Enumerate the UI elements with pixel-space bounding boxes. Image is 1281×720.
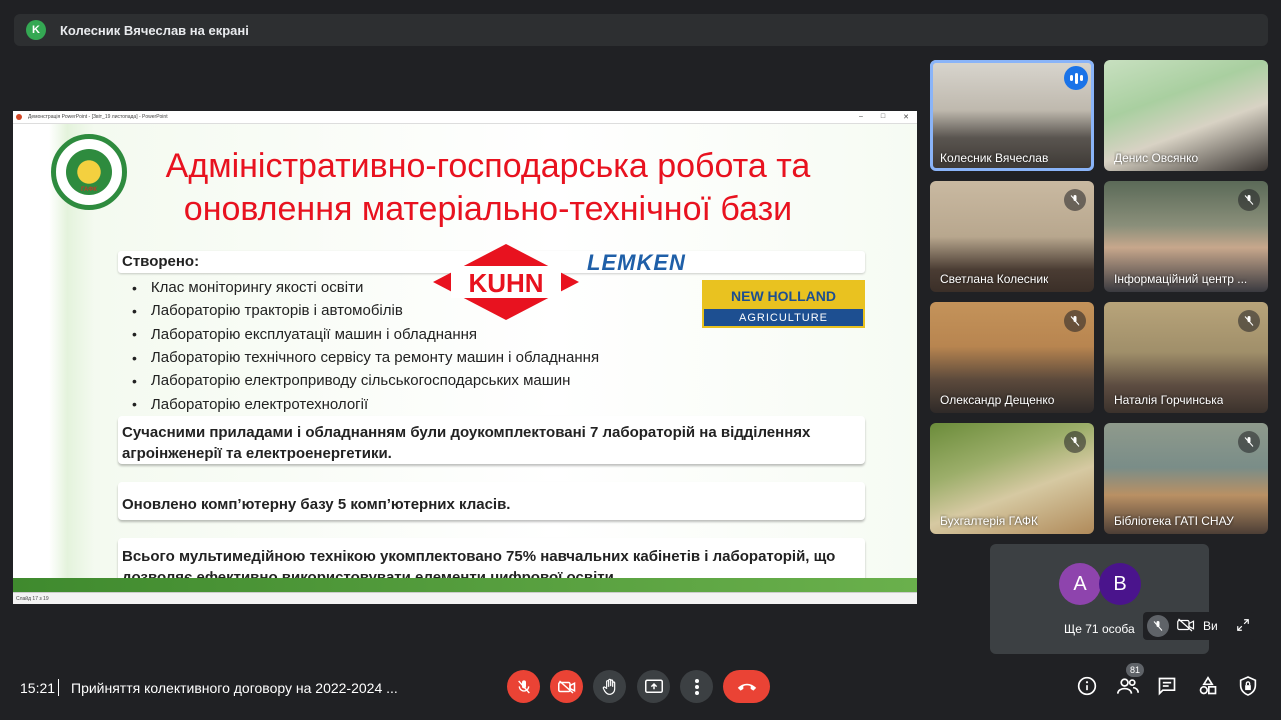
kuhn-text: KUHN <box>468 268 543 298</box>
hang-up-icon <box>737 683 756 691</box>
mic-off-icon <box>1238 310 1260 332</box>
clock: 15:21 <box>20 680 56 696</box>
powerpoint-titlebar: Демонстрація PowerPoint - [Звіт_19 листо… <box>13 111 917 124</box>
self-view-controls: Ви <box>1143 612 1255 640</box>
raise-hand-button[interactable] <box>593 670 626 703</box>
info-icon <box>1077 676 1097 696</box>
present-icon <box>644 679 663 693</box>
participant-tile[interactable]: Денис Овсянко <box>1104 60 1268 171</box>
mic-off-icon <box>1238 189 1260 211</box>
participant-tile[interactable]: Інформаційний центр ... <box>1104 181 1268 292</box>
mic-off-icon <box>1064 189 1086 211</box>
close-icon: ✕ <box>903 114 909 121</box>
chat-icon <box>1158 677 1176 696</box>
list-item: Лабораторію електротехнології <box>132 392 865 415</box>
self-mic-off-icon[interactable] <box>1147 615 1169 637</box>
computers-box: Оновлено комп’ютерну базу 5 комп’ютерних… <box>118 482 865 520</box>
activities-button[interactable] <box>1196 674 1220 698</box>
mic-off-icon <box>517 679 530 693</box>
labs-box: Сучасними приладами і обладнанням були д… <box>118 416 865 464</box>
more-options-button[interactable] <box>680 670 713 703</box>
mic-off-icon <box>1064 431 1086 453</box>
participant-tile[interactable]: Олександр Дещенко <box>930 302 1094 413</box>
meeting-toolbar: 15:21 Прийняття колективного договору на… <box>0 660 1281 720</box>
chat-button[interactable] <box>1155 674 1179 698</box>
camera-off-icon <box>557 679 575 694</box>
list-item: Лабораторію електроприводу сільськогоспо… <box>132 369 865 392</box>
camera-button[interactable] <box>550 670 583 703</box>
leave-call-button[interactable] <box>723 670 770 703</box>
new-holland-text: NEW HOLLAND <box>704 282 863 309</box>
list-item: Лабораторію технічного сервісу та ремонт… <box>132 346 865 369</box>
participants-button[interactable] <box>1116 674 1140 698</box>
new-holland-logo: NEW HOLLAND AGRICULTURE <box>702 280 865 328</box>
participant-tile[interactable]: Бухгалтерія ГАФК <box>930 423 1094 534</box>
participant-tile[interactable]: Наталія Горчинська <box>1104 302 1268 413</box>
agriculture-text: AGRICULTURE <box>738 311 829 324</box>
powerpoint-window-title: Демонстрація PowerPoint - [Звіт_19 листо… <box>28 114 168 120</box>
presenter-avatar: K <box>26 20 46 40</box>
shared-screen: Демонстрація PowerPoint - [Звіт_19 листо… <box>13 111 917 604</box>
mic-off-icon <box>1064 310 1086 332</box>
more-vert-icon <box>694 678 699 695</box>
logo-text: ГАФК <box>81 187 97 193</box>
microphone-button[interactable] <box>507 670 540 703</box>
people-icon <box>1117 678 1139 694</box>
shapes-icon <box>1199 676 1217 695</box>
participant-tile[interactable]: Светлана Колесник <box>930 181 1094 292</box>
meeting-title: Прийняття колективного договору на 2022-… <box>71 680 398 696</box>
presenting-banner: K Колесник Вячеслав на екрані <box>14 14 1268 46</box>
participant-tile[interactable]: Бібліотека ГАТІ СНАУ <box>1104 423 1268 534</box>
presenting-text: Колесник Вячеслав на екрані <box>60 22 249 38</box>
avatar: A <box>1059 563 1101 605</box>
participant-tile[interactable]: Колесник Вячеслав <box>930 60 1094 171</box>
host-controls-button[interactable] <box>1236 674 1260 698</box>
self-camera-off-icon[interactable] <box>1177 618 1195 635</box>
present-screen-button[interactable] <box>637 670 670 703</box>
slide: ГАФК Адміністративно-господарська робота… <box>13 124 917 592</box>
avatar: B <box>1099 563 1141 605</box>
shield-lock-icon <box>1239 676 1257 696</box>
speaking-indicator-icon <box>1064 66 1088 90</box>
created-heading: Створено: <box>122 253 200 270</box>
hand-icon <box>602 678 615 695</box>
powerpoint-icon <box>16 114 22 120</box>
meeting-details-button[interactable] <box>1075 674 1099 698</box>
you-label: Ви <box>1203 619 1218 633</box>
mic-off-icon <box>1238 431 1260 453</box>
minimize-icon: – <box>858 113 863 120</box>
slide-counter: Слайд 17 з 19 <box>16 595 49 602</box>
slide-title: Адміністративно-господарська робота та о… <box>165 147 811 228</box>
expand-icon[interactable] <box>1236 618 1250 635</box>
powerpoint-statusbar: Слайд 17 з 19 <box>13 592 917 604</box>
maximize-icon: □ <box>880 113 886 120</box>
more-participants-label: Ще 71 особа <box>1064 622 1135 636</box>
